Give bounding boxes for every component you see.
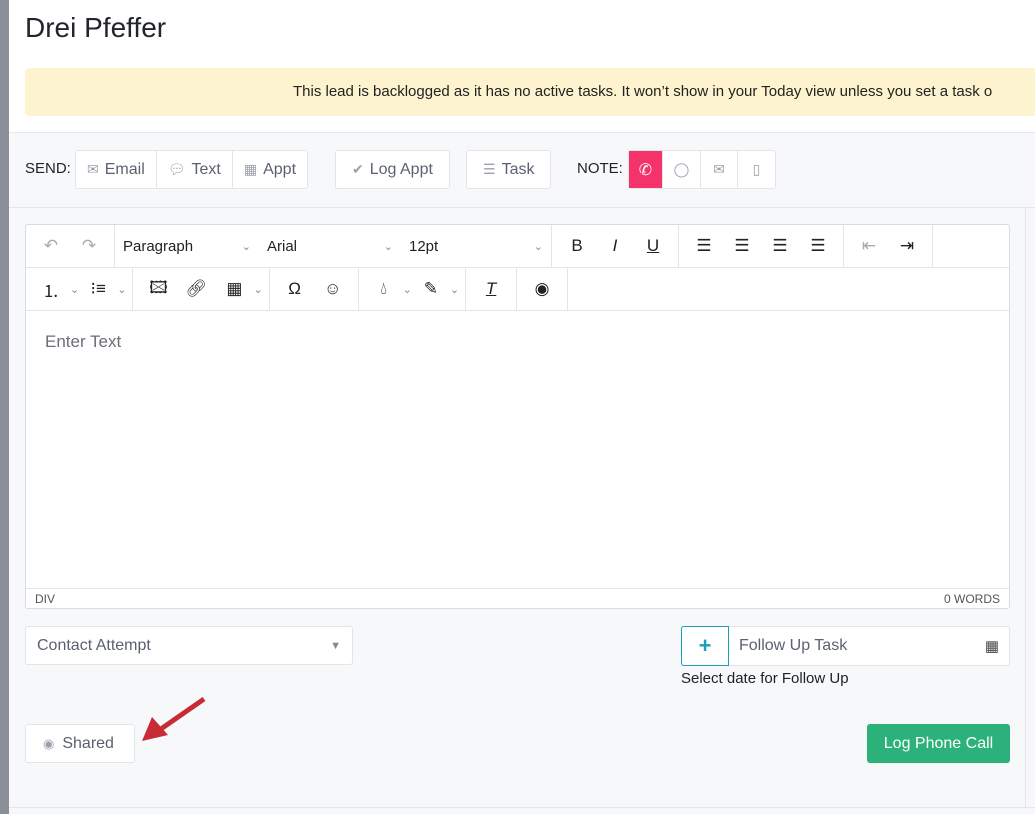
task-button[interactable]: ☰ Task (466, 150, 552, 189)
task-list-icon: ☰ (483, 161, 496, 177)
text-color-icon[interactable]: 💧︎ (365, 279, 403, 299)
envelope-icon: ✉ (713, 161, 725, 177)
chevron-down-icon: ⌄ (253, 283, 263, 296)
highlight-icon[interactable]: ✎ (412, 279, 450, 299)
align-center-icon[interactable]: ☰ (723, 236, 761, 256)
indent-icon[interactable]: ⇥ (888, 236, 926, 256)
eye-icon: ◉ (43, 735, 55, 751)
follow-up-hint: Select date for Follow Up (681, 670, 849, 687)
modal-backdrop (0, 0, 9, 814)
shared-button[interactable]: ◉ Shared (25, 724, 135, 763)
send-group: ✉ Email 💬︎ Text ▦ Appt (75, 150, 309, 189)
bullet-list-icon[interactable]: ⁝≡ (79, 279, 117, 299)
chat-bubble-icon: 💬︎ (167, 161, 186, 177)
chevron-down-icon: ⌄ (533, 240, 543, 253)
chevron-down-icon: ⌄ (449, 283, 460, 296)
page-title: Drei Pfeffer (25, 12, 167, 43)
editor-body[interactable]: Enter Text (26, 312, 1009, 588)
link-icon[interactable]: 🔗︎ (177, 279, 215, 299)
special-char-icon[interactable]: Ω (276, 279, 314, 299)
calendar-icon: ▦ (243, 161, 258, 177)
divider (9, 807, 1035, 808)
font-size-select[interactable]: 12pt ⌄ (401, 238, 551, 255)
annotation-arrow (142, 696, 206, 741)
chevron-down-icon: ⌄ (70, 283, 80, 296)
log-phone-call-button[interactable]: Log Phone Call (867, 724, 1010, 763)
envelope-icon: ✉ (87, 161, 99, 177)
note-text-button[interactable]: ◯ (663, 151, 701, 188)
preview-eye-icon[interactable]: ◉ (523, 279, 561, 299)
caret-down-icon: ▼ (330, 639, 341, 652)
numbered-list-icon[interactable]: ⒈ (32, 277, 70, 302)
add-follow-up-button[interactable]: + (681, 626, 729, 666)
divider (1025, 208, 1026, 808)
element-path: DIV (35, 591, 56, 606)
underline-icon[interactable]: U (634, 236, 672, 256)
sticky-note-icon: ▯ (752, 161, 761, 177)
send-label: SEND: (25, 160, 71, 177)
note-phone-button[interactable]: ✆ (629, 151, 663, 188)
divider (9, 207, 1035, 208)
outdent-icon[interactable]: ⇤ (850, 236, 888, 256)
clear-format-icon[interactable]: T (472, 279, 510, 299)
font-family-select[interactable]: Arial ⌄ (259, 238, 401, 255)
note-email-button[interactable]: ✉ (701, 151, 738, 188)
chevron-down-icon: ⌄ (383, 240, 393, 253)
send-text-button[interactable]: 💬︎ Text (157, 151, 233, 188)
chat-bubble-icon: ◯ (673, 161, 690, 177)
contact-type-select[interactable]: Contact Attempt ▼ (25, 626, 353, 665)
rich-text-editor: ↶ ↷ Paragraph ⌄ Arial ⌄ 12pt ⌄ BIU ☰ ☰ ☰ ☰ ⇤ ⇥ ⒈… (25, 224, 1010, 609)
image-icon[interactable]: 🖾 (139, 275, 177, 304)
italic-icon[interactable]: I (596, 236, 634, 256)
check-icon: ✔ (352, 161, 364, 177)
word-count: 0 WORDS (943, 591, 1000, 606)
chevron-down-icon: ⌄ (117, 283, 127, 296)
note-label: NOTE: (577, 160, 623, 177)
block-format-select[interactable]: Paragraph ⌄ (115, 238, 259, 255)
chevron-down-icon: ⌄ (241, 240, 251, 253)
backlog-banner: This lead is backlogged as it has no act… (25, 68, 1035, 116)
send-email-button[interactable]: ✉ Email (76, 151, 157, 188)
align-right-icon[interactable]: ☰ (761, 236, 799, 256)
chevron-down-icon: ⌄ (402, 283, 412, 296)
calendar-icon[interactable]: ▦ (985, 637, 1009, 655)
note-sticky-button[interactable]: ▯ (738, 151, 775, 188)
emoji-icon[interactable]: ☺ (314, 279, 352, 299)
follow-up-input[interactable]: Follow Up Task (729, 637, 985, 655)
log-appt-button[interactable]: ✔ Log Appt (335, 150, 450, 189)
send-appt-button[interactable]: ▦ Appt (233, 151, 307, 188)
align-left-icon[interactable]: ☰ (685, 236, 723, 256)
redo-icon[interactable]: ↷ (70, 236, 108, 256)
phone-icon: ✆ (638, 161, 653, 179)
align-justify-icon[interactable]: ☰ (799, 236, 837, 256)
note-group: ✆ ◯ ✉ ▯ (628, 150, 776, 189)
bold-icon[interactable]: B (558, 236, 596, 256)
table-icon[interactable]: ▦ (215, 279, 253, 299)
follow-up-field: + Follow Up Task ▦ (681, 626, 1010, 666)
editor-statusbar: DIV 0 WORDS (26, 588, 1009, 608)
undo-icon[interactable]: ↶ (32, 236, 70, 256)
